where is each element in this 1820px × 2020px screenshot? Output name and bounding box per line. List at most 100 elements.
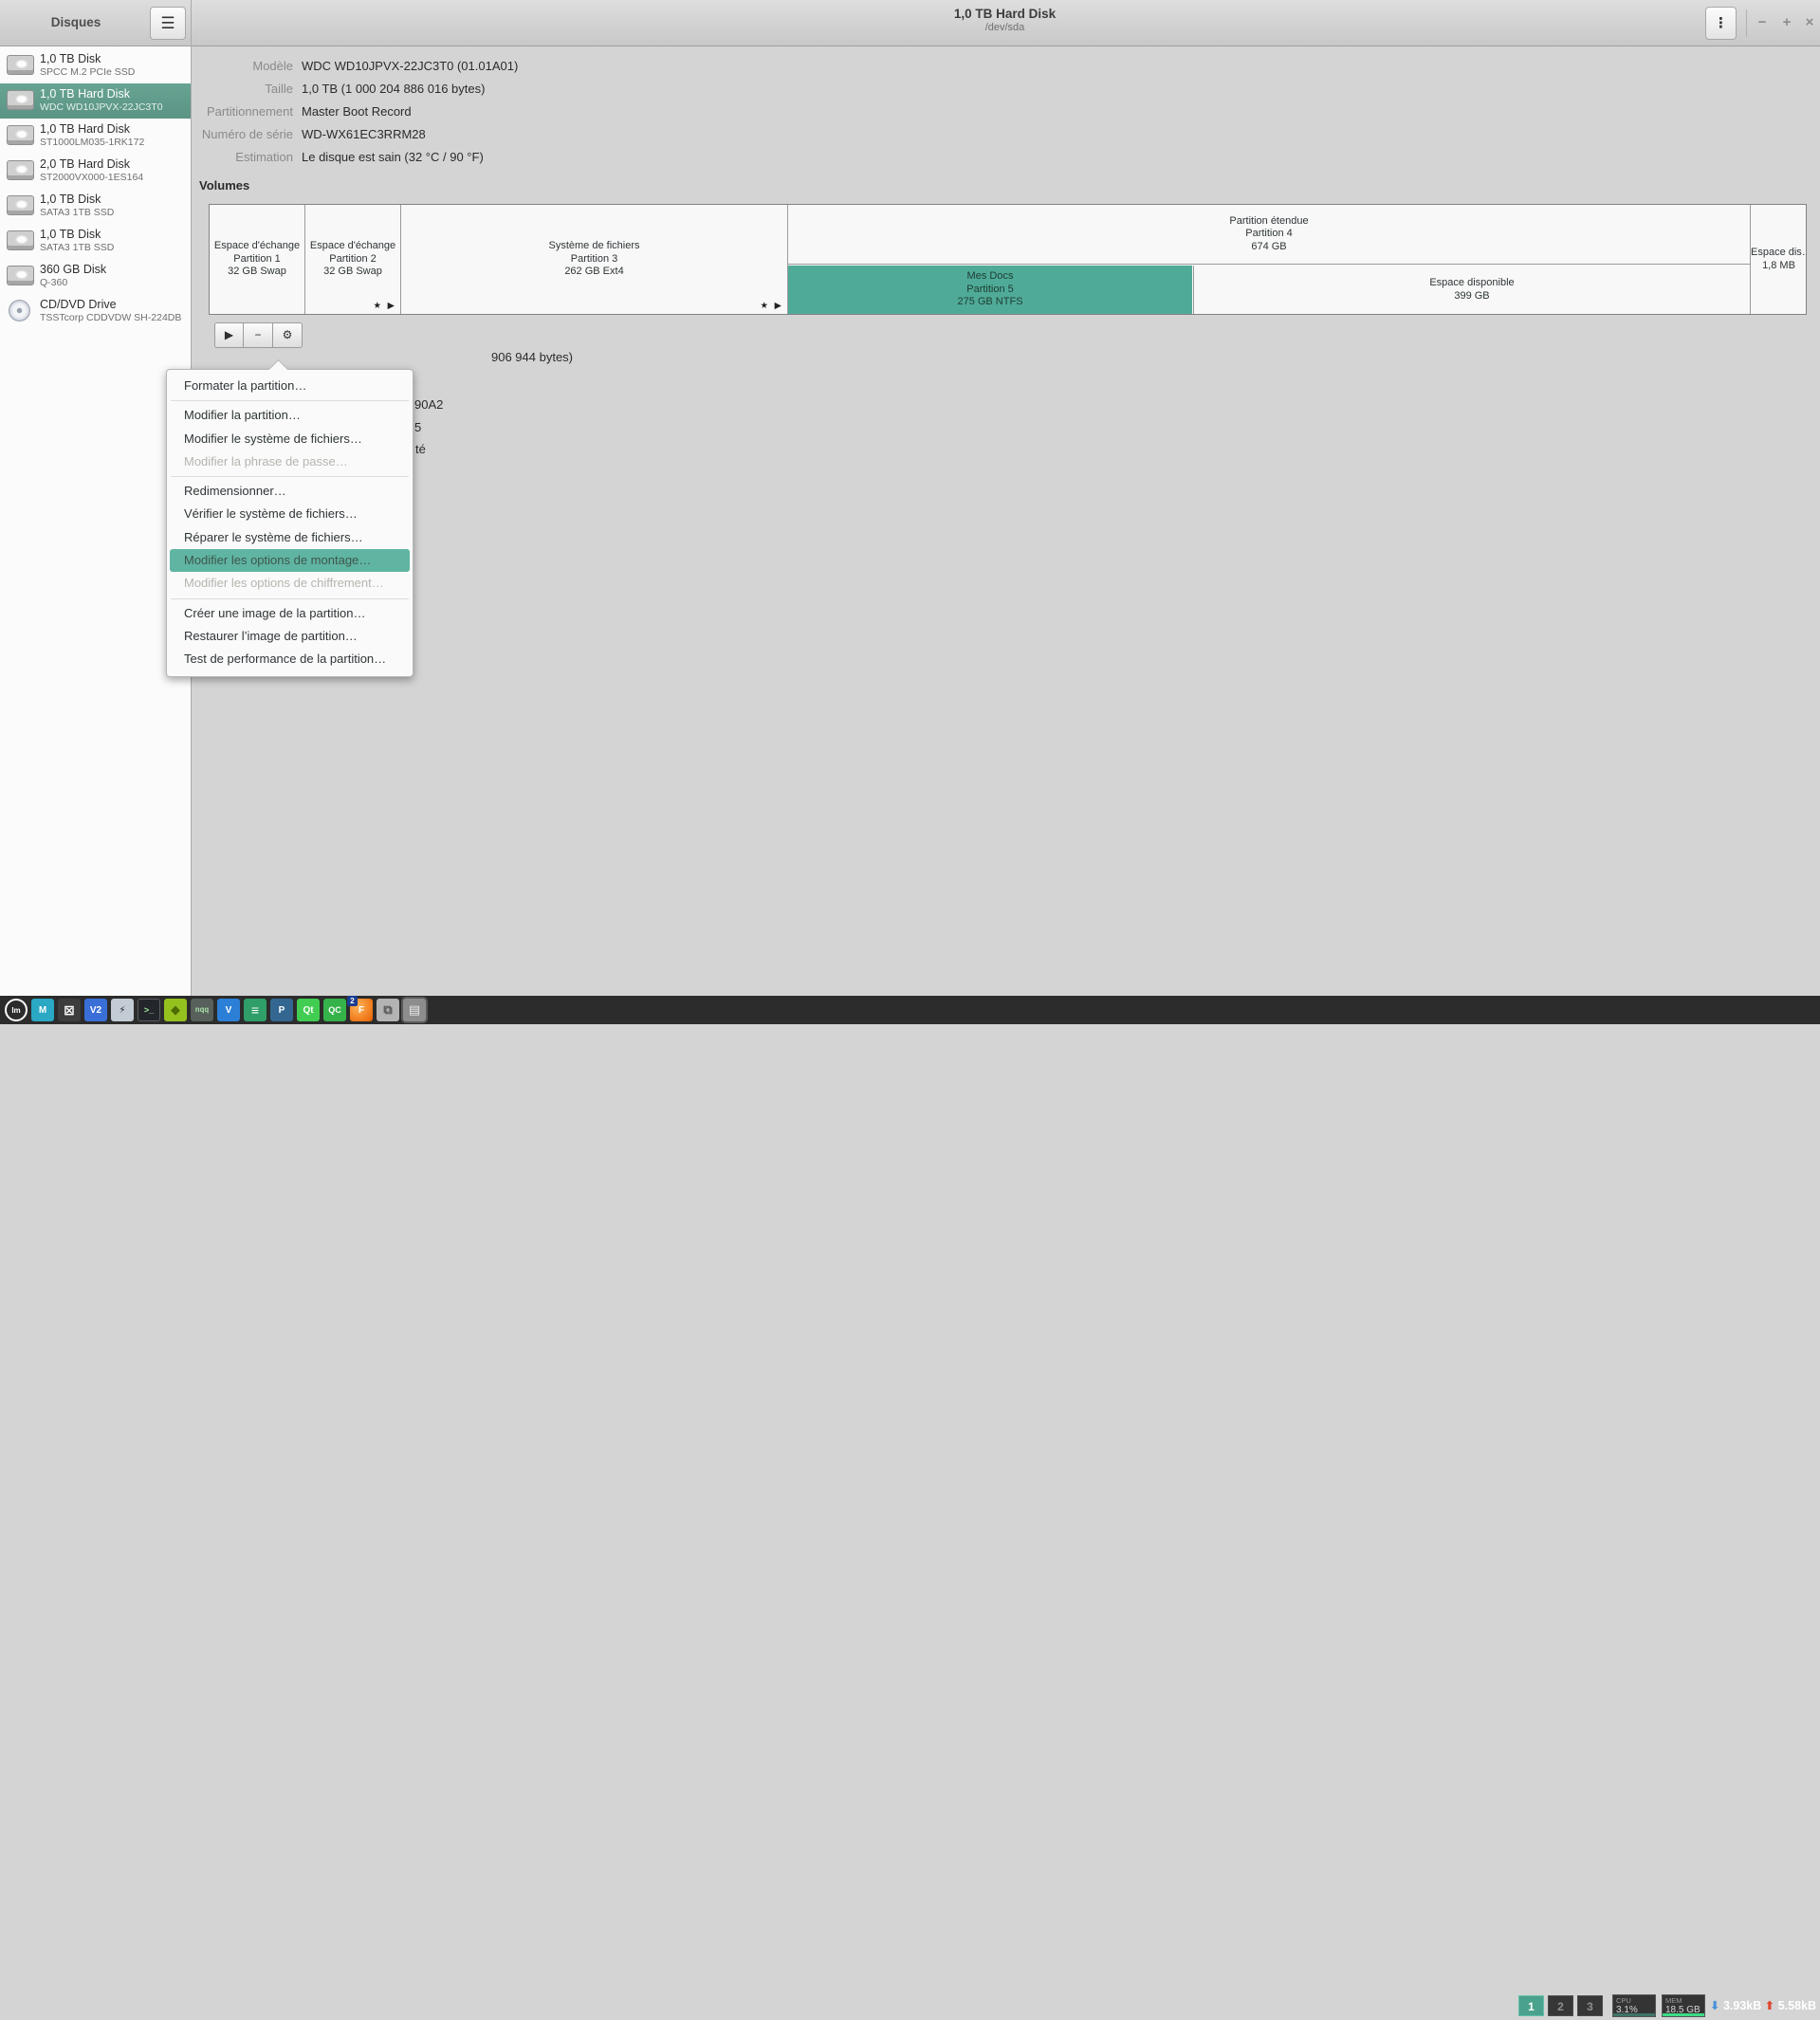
disk-subtitle: WDC WD10JPVX-22JC3T0 [40,101,187,114]
workspace-3-button[interactable]: 3 [1577,1995,1603,2016]
info-label: Modèle [199,59,293,73]
network-monitor-applet[interactable]: ⬇ 3.93kB ⬆ 5.58kB [1710,1992,1816,2020]
firefox-icon[interactable]: F 2 [350,999,373,1021]
partition-options-button[interactable]: ⚙ [273,322,303,348]
partition-4-segment[interactable]: Partition étendue Partition 4 674 GB [788,205,1750,265]
gears-icon: ⚙ [283,328,293,341]
partition-3-segment[interactable]: Système de fichiers Partition 3 262 GB E… [401,205,788,314]
sidebar-item-disk[interactable]: 1,0 TB Disk SPCC M.2 PCIe SSD [0,48,191,83]
sidebar-item-disk[interactable]: 1,0 TB Hard Disk ST1000LM035-1RK172 [0,119,191,154]
qtcreator-icon[interactable]: Qt [297,999,320,1021]
info-value: Le disque est sain (32 °C / 90 °F) [302,150,484,164]
disk-subtitle: SPCC M.2 PCIe SSD [40,66,187,79]
disk-subtitle: SATA3 1TB SSD [40,207,187,219]
disk-title: 1,0 TB Disk [40,227,187,242]
disk-title: 1,0 TB Hard Disk [40,86,187,101]
sidebar-item-disk[interactable]: 2,0 TB Hard Disk ST2000VX000-1ES164 [0,154,191,189]
minimize-button[interactable]: − [1751,11,1774,34]
delete-partition-button[interactable]: − [244,322,273,348]
app-title: Disques [0,15,152,29]
disk-subtitle: ST1000LM035-1RK172 [40,137,187,149]
mount-button[interactable]: ▶ [214,322,244,348]
gnome-disks-window: Disques ☰ 1,0 TB Hard Disk /dev/sda ⋮ − … [0,0,1820,1024]
window-title: 1,0 TB Hard Disk [192,7,1818,21]
info-label: Partitionnement [199,104,293,119]
terminal-icon[interactable]: >_ [138,999,160,1021]
sidebar-header: Disques ☰ [0,0,192,46]
taskbar-launchers: lm M ⊠ V2 ⚡ >_ ◆ nqq V ≡ P Qt QC F 2 ⧉ ▤ [5,999,426,1021]
menu-item-repair-filesystem[interactable]: Réparer le système de fichiers… [170,526,410,549]
memory-monitor-applet[interactable]: MEM 18.5 GB [1662,1994,1705,2017]
green-cube-app-icon[interactable]: ◆ [164,999,187,1021]
gnome-disks-taskbar-icon[interactable]: ▤ [403,999,426,1021]
disk-subtitle: ST2000VX000-1ES164 [40,172,187,184]
vscode-icon[interactable]: V [217,999,240,1021]
hard-disk-icon [7,55,34,75]
kebab-menu-button[interactable]: ⋮ [1705,7,1737,40]
partial-uuid-text: 90A2 [414,397,443,412]
wave-editor-icon[interactable]: M [31,999,54,1021]
hard-disk-icon [7,90,34,110]
stacked-layers-app-icon[interactable]: ≡ [244,999,267,1021]
menu-item-edit-encryption-options: Modifier les options de chiffrement… [170,572,410,595]
info-value: Master Boot Record [302,104,412,119]
info-label: Estimation [199,150,293,164]
partition-5-segment-selected[interactable]: Mes Docs Partition 5 275 GB NTFS [788,266,1192,314]
disk-subtitle: Q-360 [40,277,187,289]
free-space-small-segment[interactable]: Espace dis… 1,8 MB [1751,205,1807,314]
v2-app-icon[interactable]: V2 [84,999,107,1021]
menu-item-edit-filesystem[interactable]: Modifier le système de fichiers… [170,428,410,450]
postgresql-icon[interactable]: P [270,999,293,1021]
workspace-1-button[interactable]: 1 [1518,1995,1544,2016]
gray-pixel-app-icon[interactable]: ⧉ [377,999,399,1021]
download-rate: 3.93kB [1723,1999,1761,2012]
partition-1-segment[interactable]: Espace d'échange Partition 1 32 GB Swap [210,205,305,314]
sidebar-item-cdrom[interactable]: CD/DVD Drive TSSTcorp CDDVDW SH-224DB [0,294,191,329]
disk-subtitle: SATA3 1TB SSD [40,242,187,254]
free-space-segment[interactable]: Espace disponible 399 GB [1193,266,1750,314]
hard-disk-icon [7,266,34,285]
hamburger-menu-button[interactable]: ☰ [150,7,186,40]
menu-item-change-passphrase: Modifier la phrase de passe… [170,450,410,473]
menu-item-edit-partition[interactable]: Modifier la partition… [170,404,410,427]
workspace-2-button[interactable]: 2 [1548,1995,1573,2016]
menu-item-resize[interactable]: Redimensionner… [170,480,410,503]
notepadqq-icon[interactable]: nqq [191,999,213,1021]
disk-title: 2,0 TB Hard Disk [40,156,187,172]
mint-menu-icon[interactable]: lm [5,999,28,1021]
info-value: WDC WD10JPVX-22JC3T0 (01.01A01) [302,59,518,73]
disk-list-sidebar: 1,0 TB Disk SPCC M.2 PCIe SSD 1,0 TB Har… [0,46,192,996]
disk-title: 1,0 TB Disk [40,51,187,66]
maximize-button[interactable]: + [1775,11,1798,34]
qcad-icon[interactable]: QC [323,999,346,1021]
remote-desktop-icon[interactable]: ⚡ [111,999,134,1021]
info-label: Taille [199,82,293,96]
disk-title: CD/DVD Drive [40,297,187,312]
partial-size-text: 906 944 bytes) [491,350,573,364]
cpu-monitor-applet[interactable]: CPU 3.1% [1612,1994,1656,2017]
info-label: Numéro de série [199,127,293,141]
partition-flags-icons: ★ ▶ [374,301,396,311]
menu-item-benchmark-partition[interactable]: Test de performance de la partition… [170,648,410,670]
headerbar: Disques ☰ 1,0 TB Hard Disk /dev/sda ⋮ − … [0,0,1820,46]
menu-separator [171,598,409,599]
volumes-heading: Volumes [199,178,249,193]
partition-2-segment[interactable]: Espace d'échange Partition 2 32 GB Swap … [305,205,401,314]
menu-item-check-filesystem[interactable]: Vérifier le système de fichiers… [170,503,410,525]
close-button[interactable]: × [1798,11,1820,34]
sidebar-item-disk[interactable]: 1,0 TB Disk SATA3 1TB SSD [0,189,191,224]
sidebar-item-disk-selected[interactable]: 1,0 TB Hard Disk WDC WD10JPVX-22JC3T0 [0,83,191,119]
menu-item-format-partition[interactable]: Formater la partition… [170,375,410,397]
partial-device-text: 5 [414,420,421,434]
taskbar: lm M ⊠ V2 ⚡ >_ ◆ nqq V ≡ P Qt QC F 2 ⧉ ▤… [0,996,1820,1024]
menu-item-restore-partition-image[interactable]: Restaurer l’image de partition… [170,625,410,648]
menu-item-edit-mount-options[interactable]: Modifier les options de montage… [170,549,410,572]
menu-item-create-partition-image[interactable]: Créer une image de la partition… [170,602,410,625]
upload-rate: 5.58kB [1778,1999,1816,2012]
disk-title: 360 GB Disk [40,262,187,277]
x11-app-icon[interactable]: ⊠ [58,999,81,1021]
sidebar-item-disk[interactable]: 360 GB Disk Q-360 [0,259,191,294]
window-subtitle: /dev/sda [192,22,1818,33]
sidebar-item-disk[interactable]: 1,0 TB Disk SATA3 1TB SSD [0,224,191,259]
partition-options-menu: Formater la partition… Modifier la parti… [166,369,414,677]
